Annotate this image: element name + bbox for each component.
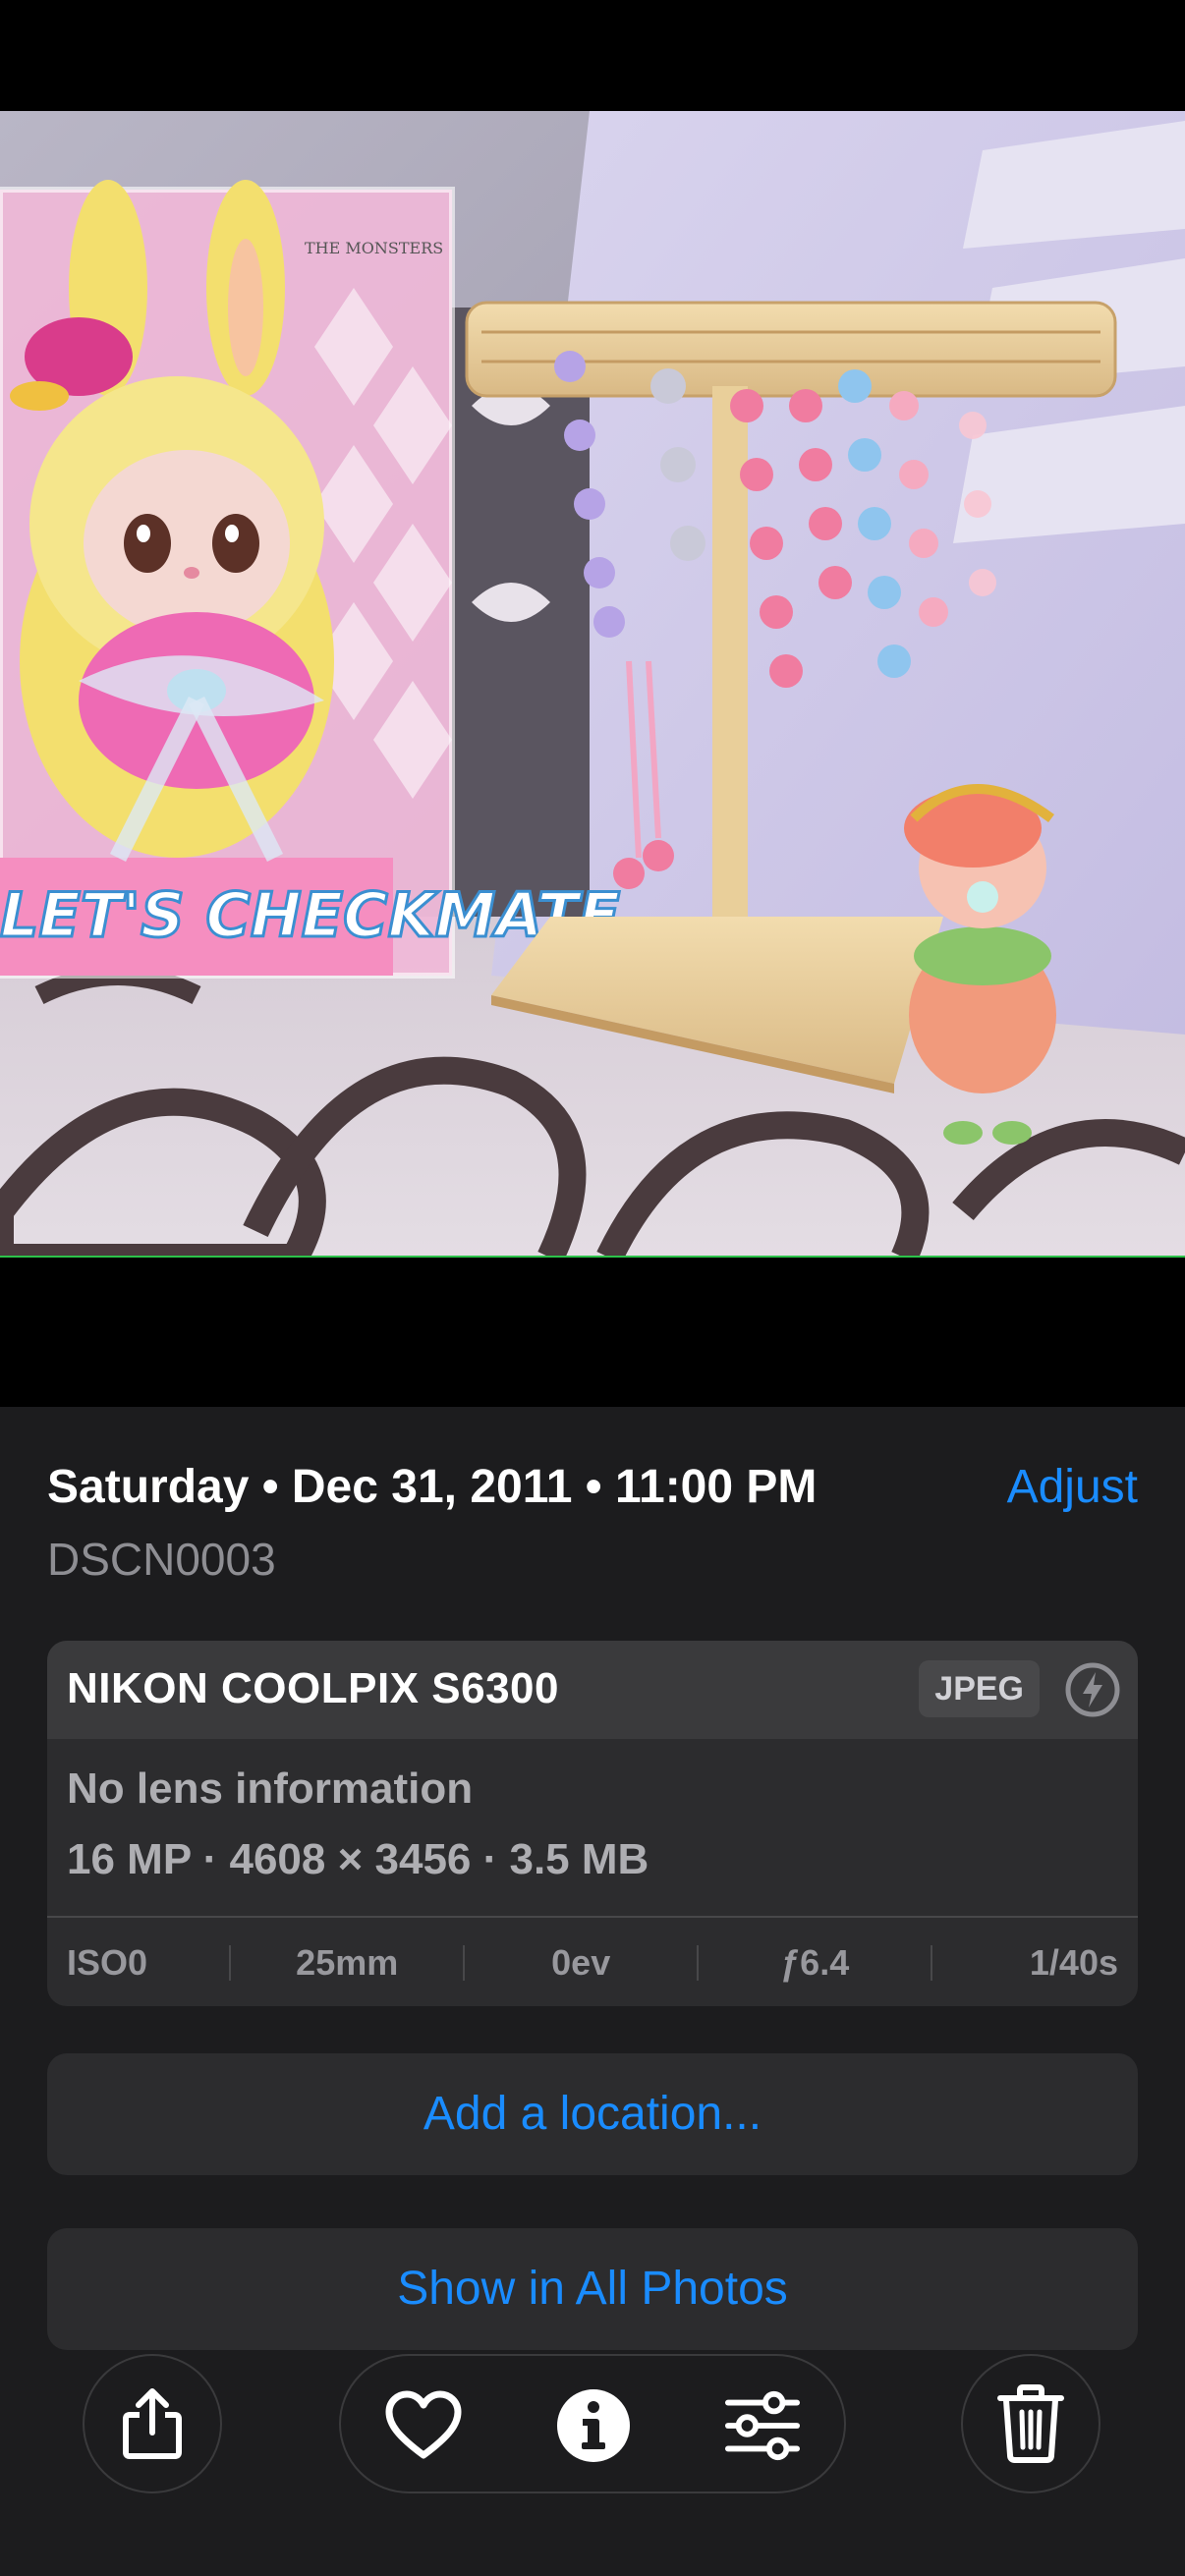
trash-icon [997,2384,1064,2463]
format-badge: JPEG [919,1660,1040,1717]
photo-filename: DSCN0003 [47,1534,276,1585]
info-icon [557,2389,630,2462]
box-main-text: LET'S CHECKMATE [0,879,620,951]
exif-iso: ISO0 [67,1942,148,1983]
exif-aperture: ƒ6.4 [780,1942,850,1983]
favorite-button[interactable] [385,2387,462,2464]
info-button[interactable] [555,2387,632,2464]
box-top-text: THE MONSTERS [305,239,443,257]
flash-icon [1063,1660,1122,1719]
share-icon [123,2388,182,2459]
sliders-icon [724,2390,801,2461]
adjust-date-button[interactable]: Adjust [1007,1460,1138,1514]
show-in-all-photos-button[interactable]: Show in All Photos [47,2228,1138,2350]
camera-info-card: NIKON COOLPIX S6300 JPEG No lens informa… [47,1641,1138,2006]
toolbar-actions-group [339,2354,846,2493]
heart-icon [385,2390,462,2459]
camera-header: NIKON COOLPIX S6300 JPEG [47,1641,1138,1739]
exif-exposure-bias: 0ev [551,1942,611,1983]
image-specs: 16 MP · 4608 × 3456 · 3.5 MB [67,1835,649,1883]
photo-image: LET'S CHECKMATE THE MONSTERS [0,111,1185,1258]
exif-shutter-speed: 1/40s [1029,1942,1118,1983]
delete-button[interactable] [961,2354,1100,2493]
exif-focal-length: 25mm [296,1942,399,1983]
date-row: Saturday • Dec 31, 2011 • 11:00 PM Adjus… [47,1452,1138,1521]
share-button[interactable] [83,2354,222,2493]
photo-date: Saturday • Dec 31, 2011 • 11:00 PM [47,1461,818,1513]
exif-row: ISO0 25mm 0ev ƒ6.4 1/40s [47,1916,1138,2006]
photo-view[interactable]: LET'S CHECKMATE THE MONSTERS [0,111,1185,1258]
add-location-button[interactable]: Add a location... [47,2053,1138,2175]
camera-model: NIKON COOLPIX S6300 [67,1664,559,1712]
edit-button[interactable] [724,2387,801,2464]
lens-info: No lens information [67,1764,474,1813]
